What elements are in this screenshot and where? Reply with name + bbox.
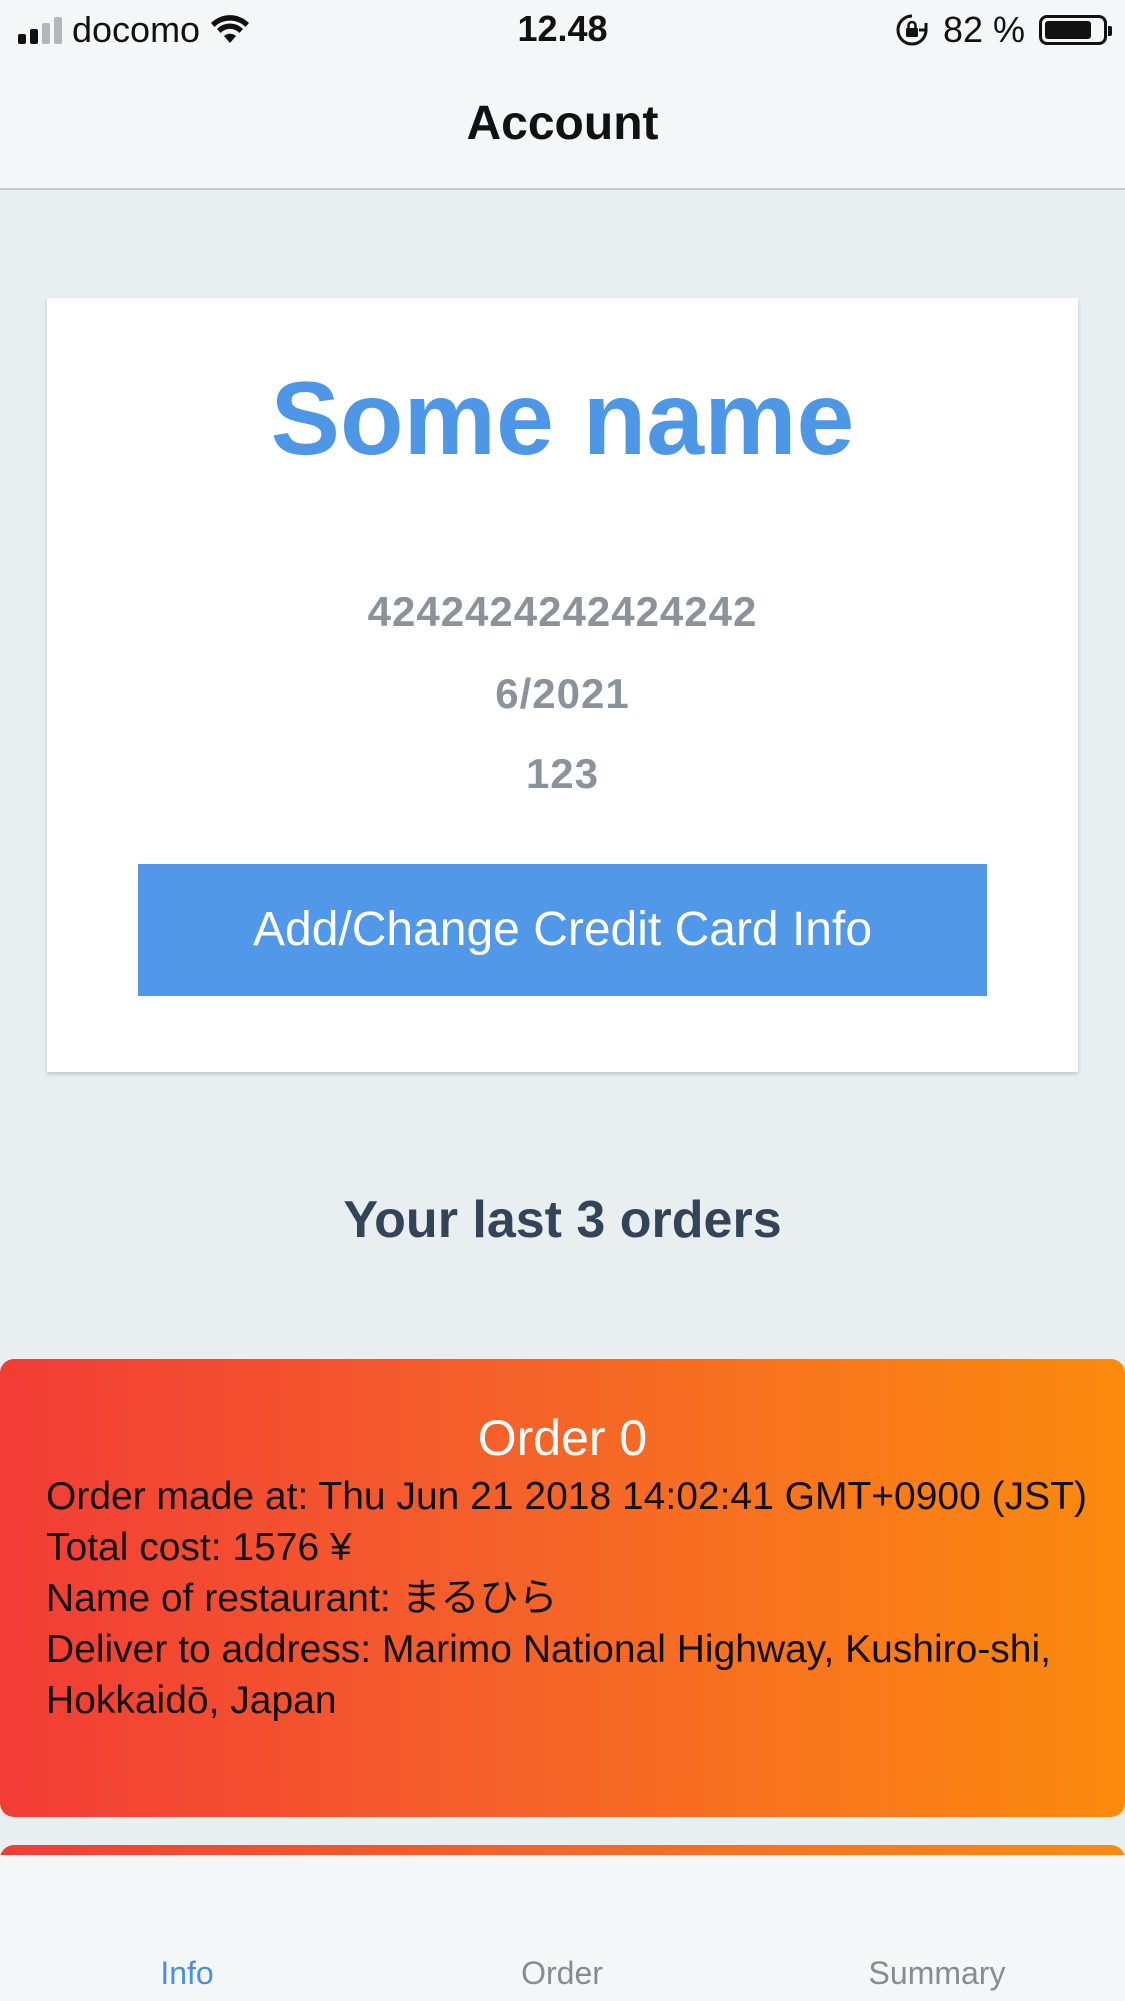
order-total: Total cost: 1576 ¥ (46, 1526, 352, 1569)
card-number: 4242424242424242 (367, 588, 758, 635)
profile-card: Some name 4242424242424242 6/2021 123 Ad… (47, 298, 1078, 1072)
tab-order[interactable]: Order (422, 1955, 702, 1992)
battery-icon (1039, 15, 1112, 45)
tab-info[interactable]: Info (47, 1955, 327, 1992)
order-restaurant: Name of restaurant: まるひら (46, 1577, 558, 1620)
tab-summary[interactable]: Summary (797, 1955, 1077, 1992)
tab-bar: Info Order Summary (0, 1855, 1125, 2001)
order-made-at: Order made at: Thu Jun 21 2018 14:02:41 … (46, 1475, 1087, 1518)
profile-name: Some name (270, 361, 855, 477)
order-title: Order 0 (477, 1410, 648, 1466)
order-address: Deliver to address: Marimo National High… (46, 1628, 1051, 1722)
page-title: Account (466, 97, 659, 150)
status-bar: docomo 12.48 82 % (0, 0, 1125, 60)
card-expiry: 6/2021 (495, 670, 630, 717)
orders-heading: Your last 3 orders (343, 1191, 782, 1249)
add-change-card-button[interactable]: Add/Change Credit Card Info (138, 864, 987, 996)
status-right: 82 % (895, 8, 1112, 52)
battery-percent: 82 % (942, 9, 1025, 50)
battery-level (1045, 21, 1091, 39)
nav-bar: Account (0, 60, 1125, 190)
order-details: Order made at: Thu Jun 21 2018 14:02:41 … (46, 1471, 1097, 1726)
order-card[interactable]: Order 0 Order made at: Thu Jun 21 2018 1… (0, 1359, 1125, 1817)
card-cvc: 123 (525, 750, 600, 797)
rotation-lock-icon (896, 14, 928, 46)
